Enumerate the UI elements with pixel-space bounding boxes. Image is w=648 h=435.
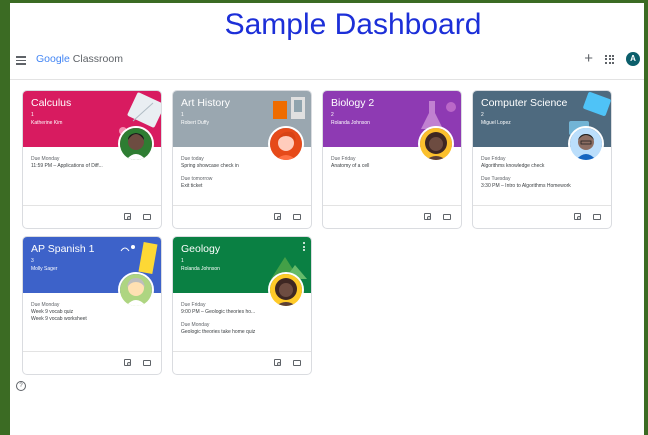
assignment-icon[interactable]: [424, 213, 431, 220]
assignment-icon[interactable]: [124, 213, 131, 220]
due-item[interactable]: Week 9 vocab worksheet: [31, 316, 139, 323]
banner-title: Sample Dashboard: [224, 8, 482, 41]
class-teacher: Molly Sager: [31, 266, 58, 272]
upcoming-work: Due Monday 11:59 PM – Applications of Di…: [31, 156, 139, 170]
class-card-ap-spanish-1[interactable]: AP Spanish 1 3 Molly Sager Due Monday We…: [22, 236, 162, 375]
class-card-computer-science[interactable]: Computer Science 2 Miguel Lopez Due Frid…: [472, 90, 612, 229]
dashboard-banner: Sample Dashboard: [10, 3, 644, 41]
due-item[interactable]: Geologic theories take home quiz: [181, 329, 289, 336]
class-section: 1: [31, 112, 34, 118]
class-section: 3: [31, 258, 34, 264]
due-item[interactable]: Week 9 vocab quiz: [31, 309, 139, 316]
class-teacher: Robert Duffy: [181, 120, 209, 126]
card-footer: [173, 205, 311, 228]
due-item[interactable]: 3:30 PM – Intro to Algorithms Homework: [481, 183, 589, 190]
class-title[interactable]: Biology 2: [331, 97, 374, 109]
help-icon[interactable]: ?: [16, 381, 26, 391]
folder-icon[interactable]: [293, 360, 301, 366]
folder-icon[interactable]: [143, 214, 151, 220]
class-section: 1: [181, 112, 184, 118]
due-label: Due Friday: [331, 156, 356, 162]
due-item[interactable]: Algorithms knowledge check: [481, 163, 589, 170]
upcoming-work: Due today Spring showcase check in Due t…: [181, 156, 289, 190]
card-footer: [323, 205, 461, 228]
class-section: 2: [331, 112, 334, 118]
class-teacher: Rolanda Johnson: [331, 120, 370, 126]
class-title[interactable]: Art History: [181, 97, 230, 109]
folder-icon[interactable]: [443, 214, 451, 220]
class-teacher: Rolanda Johnson: [181, 266, 220, 272]
brand-product: Classroom: [72, 53, 123, 65]
upcoming-work: Due Friday Anatomy of a cell: [331, 156, 439, 170]
card-footer: [23, 351, 161, 374]
folder-icon[interactable]: [593, 214, 601, 220]
due-item[interactable]: Spring showcase check in: [181, 163, 289, 170]
class-title[interactable]: AP Spanish 1: [31, 243, 94, 255]
brand-google: Google: [36, 53, 70, 65]
due-label: Due Friday: [481, 156, 506, 162]
due-label: Due Monday: [31, 302, 60, 308]
class-card-geology[interactable]: Geology 1 Rolanda Johnson Due Friday 9:0…: [172, 236, 312, 375]
due-label: Due Monday: [31, 156, 60, 162]
due-label: Due Friday: [181, 302, 206, 308]
brand-logo[interactable]: Google Classroom: [36, 53, 123, 65]
due-label: Due tomorrow: [181, 176, 213, 182]
due-label: Due Monday: [181, 322, 210, 328]
class-teacher: Miguel Lopez: [481, 120, 511, 126]
class-card-calculus[interactable]: Calculus 1 Katherine Kim Due Monday 11:5…: [22, 90, 162, 229]
class-title[interactable]: Computer Science: [481, 97, 567, 109]
class-card-biology-2[interactable]: Biology 2 2 Rolanda Johnson Due Friday A…: [322, 90, 462, 229]
more-options-icon[interactable]: [303, 242, 305, 253]
class-title[interactable]: Calculus: [31, 97, 71, 109]
due-item[interactable]: Exit ticket: [181, 183, 289, 190]
card-footer: [23, 205, 161, 228]
assignment-icon[interactable]: [574, 213, 581, 220]
class-teacher: Katherine Kim: [31, 120, 63, 126]
assignment-icon[interactable]: [274, 213, 281, 220]
card-footer: [473, 205, 611, 228]
due-label: Due Tuesday: [481, 176, 511, 182]
apps-grid-icon[interactable]: [605, 54, 614, 64]
app-bar: Google Classroom + A: [10, 50, 644, 75]
assignment-icon[interactable]: [124, 359, 131, 366]
folder-icon[interactable]: [143, 360, 151, 366]
class-title[interactable]: Geology: [181, 243, 220, 255]
due-item[interactable]: Anatomy of a cell: [331, 163, 439, 170]
class-section: 2: [481, 112, 484, 118]
plus-icon[interactable]: +: [584, 50, 593, 68]
folder-icon[interactable]: [293, 214, 301, 220]
due-label: Due today: [181, 156, 204, 162]
due-item[interactable]: 11:59 PM – Applications of Diff...: [31, 163, 139, 170]
class-card-art-history[interactable]: Art History 1 Robert Duffy Due today Spr…: [172, 90, 312, 229]
class-section: 1: [181, 258, 184, 264]
upcoming-work: Due Friday Algorithms knowledge check Du…: [481, 156, 589, 190]
appbar-divider: [10, 79, 644, 80]
due-item[interactable]: 9:00 PM – Geologic theories ho...: [181, 309, 289, 316]
hamburger-icon[interactable]: [16, 56, 26, 65]
upcoming-work: Due Friday 9:00 PM – Geologic theories h…: [181, 302, 289, 336]
card-footer: [173, 351, 311, 374]
account-avatar[interactable]: A: [626, 52, 640, 66]
classroom-screen: Sample Dashboard Google Classroom + A Ca…: [10, 3, 644, 435]
upcoming-work: Due Monday Week 9 vocab quiz Week 9 voca…: [31, 302, 139, 323]
assignment-icon[interactable]: [274, 359, 281, 366]
